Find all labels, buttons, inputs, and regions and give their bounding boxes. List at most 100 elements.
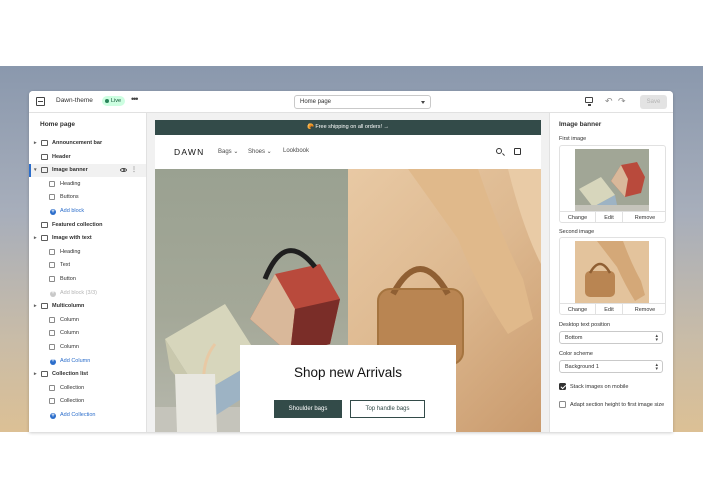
second-image-edit-button[interactable]: Edit — [596, 304, 623, 314]
color-scheme-select[interactable]: Background 1 ▴ ▾ — [559, 360, 663, 373]
nav-item-shoes[interactable]: Shoes ⌄ — [248, 148, 272, 155]
desktop-preview-icon[interactable] — [585, 97, 593, 106]
tree-item-label: Column — [60, 316, 79, 323]
banner-heading[interactable]: Shop new Arrivals — [240, 365, 456, 380]
tree-item-label: Image with text — [52, 235, 92, 242]
add-block-item[interactable]: Add block — [29, 205, 146, 219]
plus-circle-icon — [50, 206, 56, 219]
section-item[interactable]: ▸ Image with text — [29, 232, 146, 245]
add-block-item[interactable]: Add Column — [29, 355, 146, 368]
tree-item-label: Heading — [60, 180, 81, 187]
page-selector-value: Home page — [300, 99, 332, 105]
block-icon — [49, 398, 55, 405]
column-icon — [49, 330, 55, 337]
settings-title: Image banner — [559, 121, 602, 128]
column-icon — [49, 316, 55, 323]
stack-images-checkbox[interactable] — [559, 383, 566, 390]
second-image-remove-button[interactable]: Remove — [623, 304, 665, 314]
tree-item-label: Add Column — [60, 357, 91, 364]
first-image-label: First image — [559, 136, 587, 142]
first-image-edit-button[interactable]: Edit — [596, 212, 623, 222]
section-item[interactable]: Header — [29, 151, 146, 164]
section-item[interactable]: ▾ Image banner ⋮ — [29, 164, 146, 178]
block-item[interactable]: Heading — [29, 178, 146, 191]
block-icon — [49, 262, 55, 269]
adapt-height-checkbox[interactable] — [559, 401, 566, 408]
block-item[interactable]: Collection — [29, 382, 146, 395]
block-item[interactable]: Column — [29, 341, 146, 354]
exit-icon[interactable] — [36, 97, 45, 106]
block-icon — [49, 194, 55, 201]
section-item[interactable]: ▸ Multicolumn — [29, 300, 146, 313]
tree-item-label: Button — [60, 276, 76, 282]
first-image-remove-button[interactable]: Remove — [623, 212, 665, 222]
chevron-right-icon[interactable]: ▸ — [34, 368, 37, 381]
live-status-badge: Live — [102, 96, 126, 106]
sections-sidebar: Home page ▸ Announcement bar Header ▾ Image … — [29, 113, 147, 432]
plus-circle-icon — [50, 355, 56, 368]
stack-images-label: Stack images on mobile — [570, 384, 629, 390]
tree-item-label: Column — [60, 330, 79, 337]
tree-item-label: Collection — [60, 398, 85, 405]
multicolumn-icon — [41, 303, 48, 310]
tree-item-label: Image banner — [52, 167, 88, 174]
header-icon — [41, 153, 48, 160]
second-image-change-button[interactable]: Change — [560, 304, 596, 314]
block-item[interactable]: Buttons — [29, 191, 146, 204]
text-position-select[interactable]: Bottom ▴ ▾ — [559, 331, 663, 344]
chevron-right-icon[interactable]: ▸ — [34, 232, 37, 245]
add-block-item[interactable]: Add Collection — [29, 409, 146, 423]
adapt-height-label: Adapt section height to first image size — [570, 402, 665, 408]
save-button[interactable]: Save — [640, 95, 667, 109]
store-preview[interactable]: 🥐 Free shipping on all orders! → DAWN Ba… — [155, 120, 541, 432]
first-image-actions: Change Edit Remove — [560, 211, 665, 222]
tree-item-label: Add block — [60, 208, 85, 214]
top-handle-bags-button[interactable]: Top handle bags — [350, 400, 425, 418]
text-position-value: Bottom — [565, 335, 583, 341]
color-scheme-label: Color scheme — [559, 351, 593, 357]
add-block-item: Add block (3/3) — [29, 287, 146, 300]
chevron-right-icon[interactable]: ▸ — [34, 300, 37, 313]
eye-icon[interactable] — [120, 168, 127, 173]
tree-item-label: Add block (3/3) — [60, 289, 97, 296]
image-banner: Shop new Arrivals Shoulder bags Top hand… — [155, 169, 541, 432]
chevron-right-icon[interactable]: ▸ — [34, 137, 37, 150]
tree-item-label: Text — [60, 262, 71, 269]
editor-topbar: Dawn-theme Live ••• Home page ↶ ↷ Save — [29, 91, 673, 113]
section-item[interactable]: ▸ Collection list — [29, 368, 146, 381]
tree-item-label: Buttons — [60, 194, 79, 201]
more-actions-icon[interactable]: ••• — [131, 94, 139, 104]
undo-icon[interactable]: ↶ — [605, 96, 613, 106]
drag-handle-icon[interactable]: ⋮ — [131, 164, 137, 177]
cart-icon[interactable] — [514, 148, 521, 155]
announcement-bar[interactable]: 🥐 Free shipping on all orders! → — [155, 120, 541, 135]
block-item[interactable]: Text — [29, 259, 146, 272]
first-image-thumbnail[interactable] — [575, 149, 649, 211]
block-item[interactable]: Collection — [29, 395, 146, 408]
banner-content-box: Shop new Arrivals Shoulder bags Top hand… — [240, 345, 456, 432]
color-scheme-value: Background 1 — [565, 364, 599, 370]
chevron-down-icon[interactable]: ▾ — [34, 164, 37, 177]
shoulder-bags-button[interactable]: Shoulder bags — [274, 400, 342, 418]
search-icon[interactable] — [496, 148, 502, 154]
redo-icon[interactable]: ↷ — [618, 96, 626, 106]
section-item[interactable]: Featured collection — [29, 219, 146, 232]
nav-item-bags[interactable]: Bags ⌄ — [218, 148, 238, 155]
second-image-label: Second image — [559, 229, 595, 235]
second-image-thumbnail[interactable] — [575, 241, 649, 303]
block-item[interactable]: Column — [29, 327, 146, 340]
tree-item-label: Heading — [60, 248, 81, 255]
page-selector[interactable]: Home page — [294, 95, 431, 109]
section-item[interactable]: ▸ Announcement bar — [29, 137, 146, 150]
tree-item-label: Featured collection — [52, 221, 103, 228]
first-image-change-button[interactable]: Change — [560, 212, 596, 222]
block-item[interactable]: Heading — [29, 246, 146, 259]
block-item[interactable]: Button — [29, 273, 146, 286]
block-item[interactable]: Column — [29, 314, 146, 327]
store-logo[interactable]: DAWN — [174, 147, 204, 157]
tree-item-label: Add Collection — [60, 412, 96, 418]
theme-editor-window: Dawn-theme Live ••• Home page ↶ ↷ Save H… — [29, 91, 673, 432]
nav-item-lookbook[interactable]: Lookbook — [283, 148, 309, 154]
featured-collection-icon — [41, 221, 48, 228]
tree-item-label: Collection — [60, 384, 85, 391]
